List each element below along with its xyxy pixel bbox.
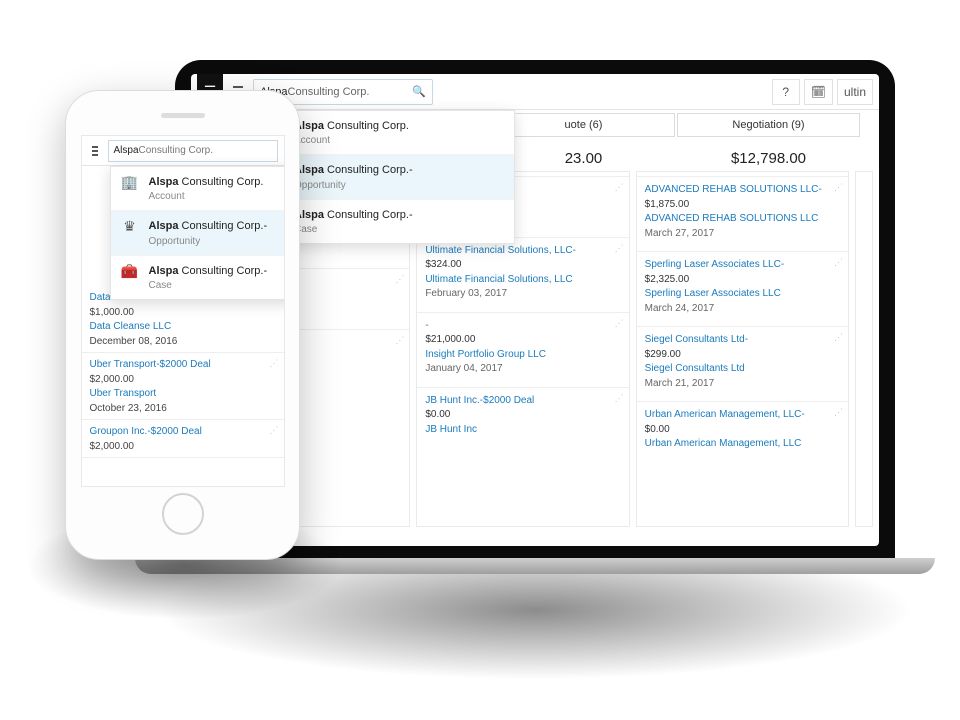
stage-sum-negotiation: $12,798.00 bbox=[676, 140, 861, 171]
card[interactable]: ⋰ Siegel Consultants Ltd- $299.00 Siegel… bbox=[637, 326, 848, 395]
laptop-base bbox=[135, 558, 935, 574]
phone-dropdown-item-case[interactable]: 🧰 Alspa Consulting Corp.-Case bbox=[111, 256, 285, 299]
phone-screen: Alspa Consulting Corp. 🏢 Alspa Consultin… bbox=[81, 135, 285, 487]
search-icon: 🔍 bbox=[412, 85, 426, 98]
phone-home-button[interactable] bbox=[162, 493, 204, 535]
phone-device: Alspa Consulting Corp. 🏢 Alspa Consultin… bbox=[65, 90, 300, 560]
card[interactable]: ⋰ Sperling Laser Associates LLC- $2,325.… bbox=[637, 251, 848, 320]
stage-sum-quote: 23.00 bbox=[491, 140, 676, 171]
help-button[interactable]: ? bbox=[772, 79, 800, 105]
phone-dropdown-item-account[interactable]: 🏢 Alspa Consulting Corp.Account bbox=[111, 167, 285, 211]
phone-search-input[interactable]: Alspa Consulting Corp. bbox=[108, 140, 278, 162]
search-suggest: Consulting Corp. bbox=[288, 86, 370, 98]
building-icon: 🏢 bbox=[121, 175, 139, 190]
phone-top bbox=[66, 91, 299, 135]
crown-icon: ♛ bbox=[121, 219, 139, 234]
briefcase-icon: 🧰 bbox=[121, 264, 139, 279]
card[interactable]: ⋰ JB Hunt Inc.-$2000 Deal $0.00 JB Hunt … bbox=[417, 387, 628, 442]
stage-negotiation[interactable]: Negotiation (9) bbox=[676, 110, 861, 140]
phone-topbar: Alspa Consulting Corp. bbox=[82, 136, 284, 166]
card[interactable]: ⋰ Ultimate Financial Solutions, LLC- $32… bbox=[417, 237, 628, 306]
calendar-button[interactable]: 🗓 bbox=[804, 79, 833, 105]
phone-card[interactable]: ⋰ Groupon Inc.-$2000 Deal $2,000.00 bbox=[82, 420, 284, 458]
phone-sidebar-toggle[interactable] bbox=[88, 142, 102, 160]
card[interactable]: ⋰ ADVANCED REHAB SOLUTIONS LLC- $1,875.0… bbox=[637, 176, 848, 245]
phone-search-dropdown: 🏢 Alspa Consulting Corp.Account ♛ Alspa … bbox=[110, 166, 285, 300]
user-chip[interactable]: ultin bbox=[837, 79, 873, 105]
kanban-col-overflow[interactable] bbox=[855, 171, 873, 527]
kanban-col-negotiation[interactable]: ⋰ ADVANCED REHAB SOLUTIONS LLC- $1,875.0… bbox=[636, 171, 849, 527]
card[interactable]: ⋰ Urban American Management, LLC- $0.00 … bbox=[637, 401, 848, 456]
phone-dropdown-item-opportunity[interactable]: ♛ Alspa Consulting Corp.-Opportunity bbox=[111, 211, 285, 255]
stage-quote[interactable]: uote (6) bbox=[491, 110, 676, 140]
card[interactable]: ⋰ - $21,000.00 Insight Portfolio Group L… bbox=[417, 312, 628, 381]
phone-card-list[interactable]: ⋰ Data Cle $1,000.00 Data Cleanse LLC De… bbox=[82, 286, 284, 458]
phone-card[interactable]: ⋰ Uber Transport-$2000 Deal $2,000.00 Ub… bbox=[82, 353, 284, 420]
speaker bbox=[161, 113, 205, 118]
